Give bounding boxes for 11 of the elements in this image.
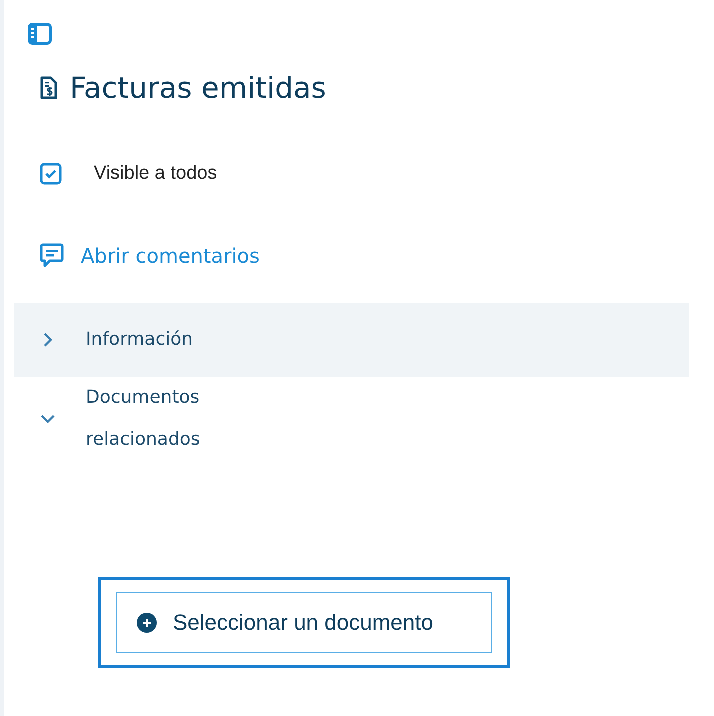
plus-circle-icon bbox=[137, 612, 157, 632]
comment-icon bbox=[40, 243, 64, 269]
accordion-section[interactable]: Información bbox=[14, 303, 689, 377]
checkbox[interactable] bbox=[40, 163, 62, 185]
accordion-section[interactable]: Documentos relacionados bbox=[14, 377, 689, 461]
comments-link[interactable]: Abrir comentarios bbox=[40, 243, 260, 269]
invoice-icon bbox=[40, 76, 58, 100]
visibility-label: Visible a todos bbox=[94, 163, 218, 185]
page-title: Facturas emitidas bbox=[70, 71, 326, 105]
sidebar-toggle-icon[interactable] bbox=[28, 23, 52, 45]
select-document-button[interactable]: Seleccionar un documento bbox=[98, 577, 510, 668]
